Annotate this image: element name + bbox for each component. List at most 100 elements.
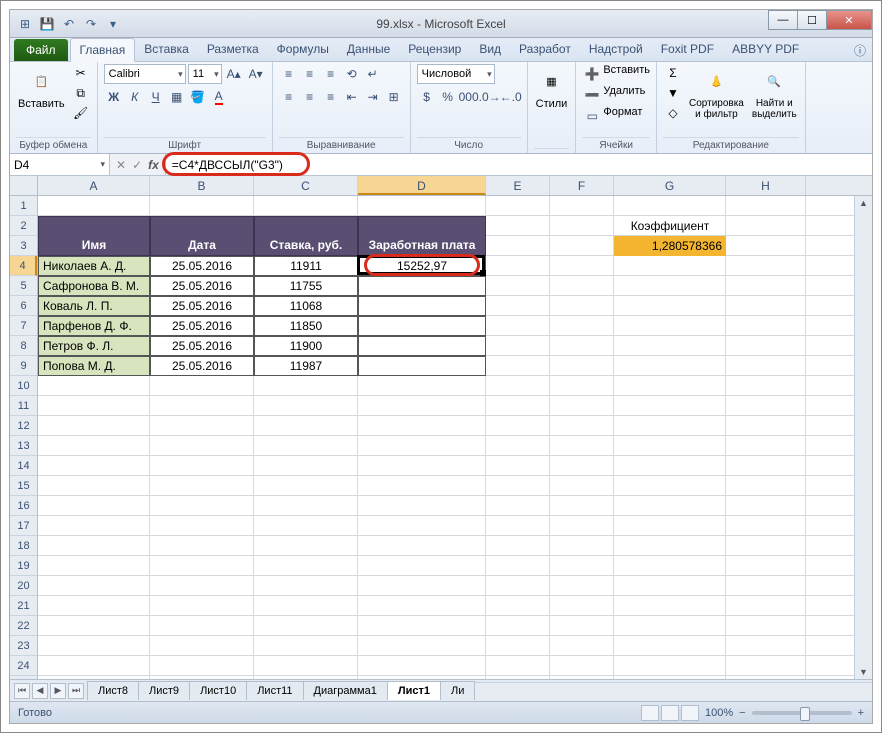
font-name-combo[interactable]: Calibri	[104, 64, 186, 84]
percent-icon[interactable]: %	[438, 87, 458, 107]
comma-icon[interactable]: 000	[459, 87, 479, 107]
ribbon-tab-7[interactable]: Разработ	[510, 38, 580, 61]
align-mid-icon[interactable]: ≡	[300, 64, 320, 84]
cell-G3[interactable]: 1,280578366	[614, 236, 726, 256]
autosum-icon[interactable]: Σ	[663, 64, 683, 82]
row-header-19[interactable]: 19	[10, 556, 37, 576]
cell-C3[interactable]: Ставка, руб.	[254, 216, 358, 256]
ribbon-tab-3[interactable]: Формулы	[268, 38, 338, 61]
zoom-out-button[interactable]: −	[739, 707, 745, 719]
row-header-7[interactable]: 7	[10, 316, 37, 336]
fill-color-button[interactable]: 🪣	[188, 87, 208, 107]
styles-button[interactable]: ▦ Стили	[534, 64, 570, 112]
cell-B7[interactable]: 25.05.2016	[150, 316, 254, 336]
ribbon-help-icon[interactable]: ⓘ	[848, 40, 872, 61]
row-header-25[interactable]: 25	[10, 676, 37, 679]
ribbon-tab-1[interactable]: Вставка	[135, 38, 198, 61]
row-header-16[interactable]: 16	[10, 496, 37, 516]
vertical-scrollbar[interactable]	[854, 196, 872, 679]
format-painter-icon[interactable]: 🖌	[71, 104, 91, 122]
underline-button[interactable]: Ч	[146, 87, 166, 107]
align-bot-icon[interactable]: ≡	[321, 64, 341, 84]
row-header-11[interactable]: 11	[10, 396, 37, 416]
row-header-6[interactable]: 6	[10, 296, 37, 316]
cancel-fx-icon[interactable]: ✕	[116, 158, 126, 172]
cell-C4[interactable]: 11911	[254, 256, 358, 276]
col-header-G[interactable]: G	[614, 176, 726, 195]
cell-A6[interactable]: Коваль Л. П.	[38, 296, 150, 316]
cell-D7[interactable]	[358, 316, 486, 336]
sheet-nav-prev[interactable]: ◀	[32, 683, 48, 699]
ribbon-tab-0[interactable]: Главная	[70, 38, 136, 62]
ribbon-tab-8[interactable]: Надстрой	[580, 38, 652, 61]
font-size-combo[interactable]: 11	[188, 64, 222, 84]
row-header-20[interactable]: 20	[10, 576, 37, 596]
col-header-D[interactable]: D	[358, 176, 486, 195]
wrap-text-icon[interactable]: ↵	[363, 64, 383, 84]
find-select-button[interactable]: 🔍 Найти и выделить	[750, 64, 799, 122]
ribbon-tab-2[interactable]: Разметка	[198, 38, 268, 61]
formula-input[interactable]: =C4*ДВССЫЛ("G3")	[165, 154, 872, 175]
orientation-icon[interactable]: ⟲	[342, 64, 362, 84]
col-header-H[interactable]: H	[726, 176, 806, 195]
sheet-tab-Лист10[interactable]: Лист10	[189, 681, 247, 700]
cell-B3[interactable]: Дата	[150, 216, 254, 256]
maximize-button[interactable]: ☐	[797, 10, 827, 30]
cell-G2[interactable]: Коэффициент	[614, 216, 726, 236]
minimize-button[interactable]: —	[768, 10, 798, 30]
cell-C5[interactable]: 11755	[254, 276, 358, 296]
indent-inc-icon[interactable]: ⇥	[363, 87, 383, 107]
fx-icon[interactable]: fx	[148, 158, 159, 172]
cell-D9[interactable]	[358, 356, 486, 376]
normal-view-icon[interactable]	[641, 705, 659, 721]
file-tab[interactable]: Файл	[14, 39, 68, 61]
page-layout-view-icon[interactable]	[661, 705, 679, 721]
cell-D6[interactable]	[358, 296, 486, 316]
row-header-1[interactable]: 1	[10, 196, 37, 216]
row-header-18[interactable]: 18	[10, 536, 37, 556]
align-right-icon[interactable]: ≡	[321, 87, 341, 107]
cell-A5[interactable]: Сафронова В. М.	[38, 276, 150, 296]
cell-C7[interactable]: 11850	[254, 316, 358, 336]
col-header-B[interactable]: B	[150, 176, 254, 195]
row-header-2[interactable]: 2	[10, 216, 37, 236]
sheet-tab-Лист8[interactable]: Лист8	[87, 681, 139, 700]
cell-D3[interactable]: Заработная плата	[358, 216, 486, 256]
cell-A9[interactable]: Попова М. Д.	[38, 356, 150, 376]
col-header-F[interactable]: F	[550, 176, 614, 195]
dec-decimal-icon[interactable]: ←.0	[501, 87, 521, 107]
bold-button[interactable]: Ж	[104, 87, 124, 107]
align-center-icon[interactable]: ≡	[300, 87, 320, 107]
ribbon-tab-4[interactable]: Данные	[338, 38, 399, 61]
qat-dropdown-icon[interactable]: ▾	[104, 15, 122, 33]
cell-A3[interactable]: Имя	[38, 216, 150, 256]
ribbon-tab-10[interactable]: ABBYY PDF	[723, 38, 808, 61]
enter-fx-icon[interactable]: ✓	[132, 158, 142, 172]
cell-B8[interactable]: 25.05.2016	[150, 336, 254, 356]
sheet-tab-Диаграмма1[interactable]: Диаграмма1	[303, 681, 388, 700]
font-color-button[interactable]: A	[209, 87, 229, 107]
row-header-23[interactable]: 23	[10, 636, 37, 656]
cell-A8[interactable]: Петров Ф. Л.	[38, 336, 150, 356]
indent-dec-icon[interactable]: ⇤	[342, 87, 362, 107]
italic-button[interactable]: К	[125, 87, 145, 107]
sheet-tab-Лист11[interactable]: Лист11	[246, 681, 303, 700]
cell-B9[interactable]: 25.05.2016	[150, 356, 254, 376]
row-header-5[interactable]: 5	[10, 276, 37, 296]
cell-D4[interactable]: 15252,97	[358, 256, 486, 276]
ribbon-tab-5[interactable]: Рецензир	[399, 38, 470, 61]
cell-B4[interactable]: 25.05.2016	[150, 256, 254, 276]
border-button[interactable]: ▦	[167, 87, 187, 107]
sheet-nav-first[interactable]: ⏮	[14, 683, 30, 699]
row-header-4[interactable]: 4	[10, 256, 37, 276]
row-header-22[interactable]: 22	[10, 616, 37, 636]
delete-cells-button[interactable]: ➖Удалить	[582, 85, 645, 105]
col-header-C[interactable]: C	[254, 176, 358, 195]
insert-cells-button[interactable]: ➕Вставить	[582, 64, 650, 84]
align-top-icon[interactable]: ≡	[279, 64, 299, 84]
cell-C6[interactable]: 11068	[254, 296, 358, 316]
sheet-tab-Лист1[interactable]: Лист1	[387, 681, 441, 700]
row-header-3[interactable]: 3	[10, 236, 37, 256]
page-break-view-icon[interactable]	[681, 705, 699, 721]
row-header-14[interactable]: 14	[10, 456, 37, 476]
